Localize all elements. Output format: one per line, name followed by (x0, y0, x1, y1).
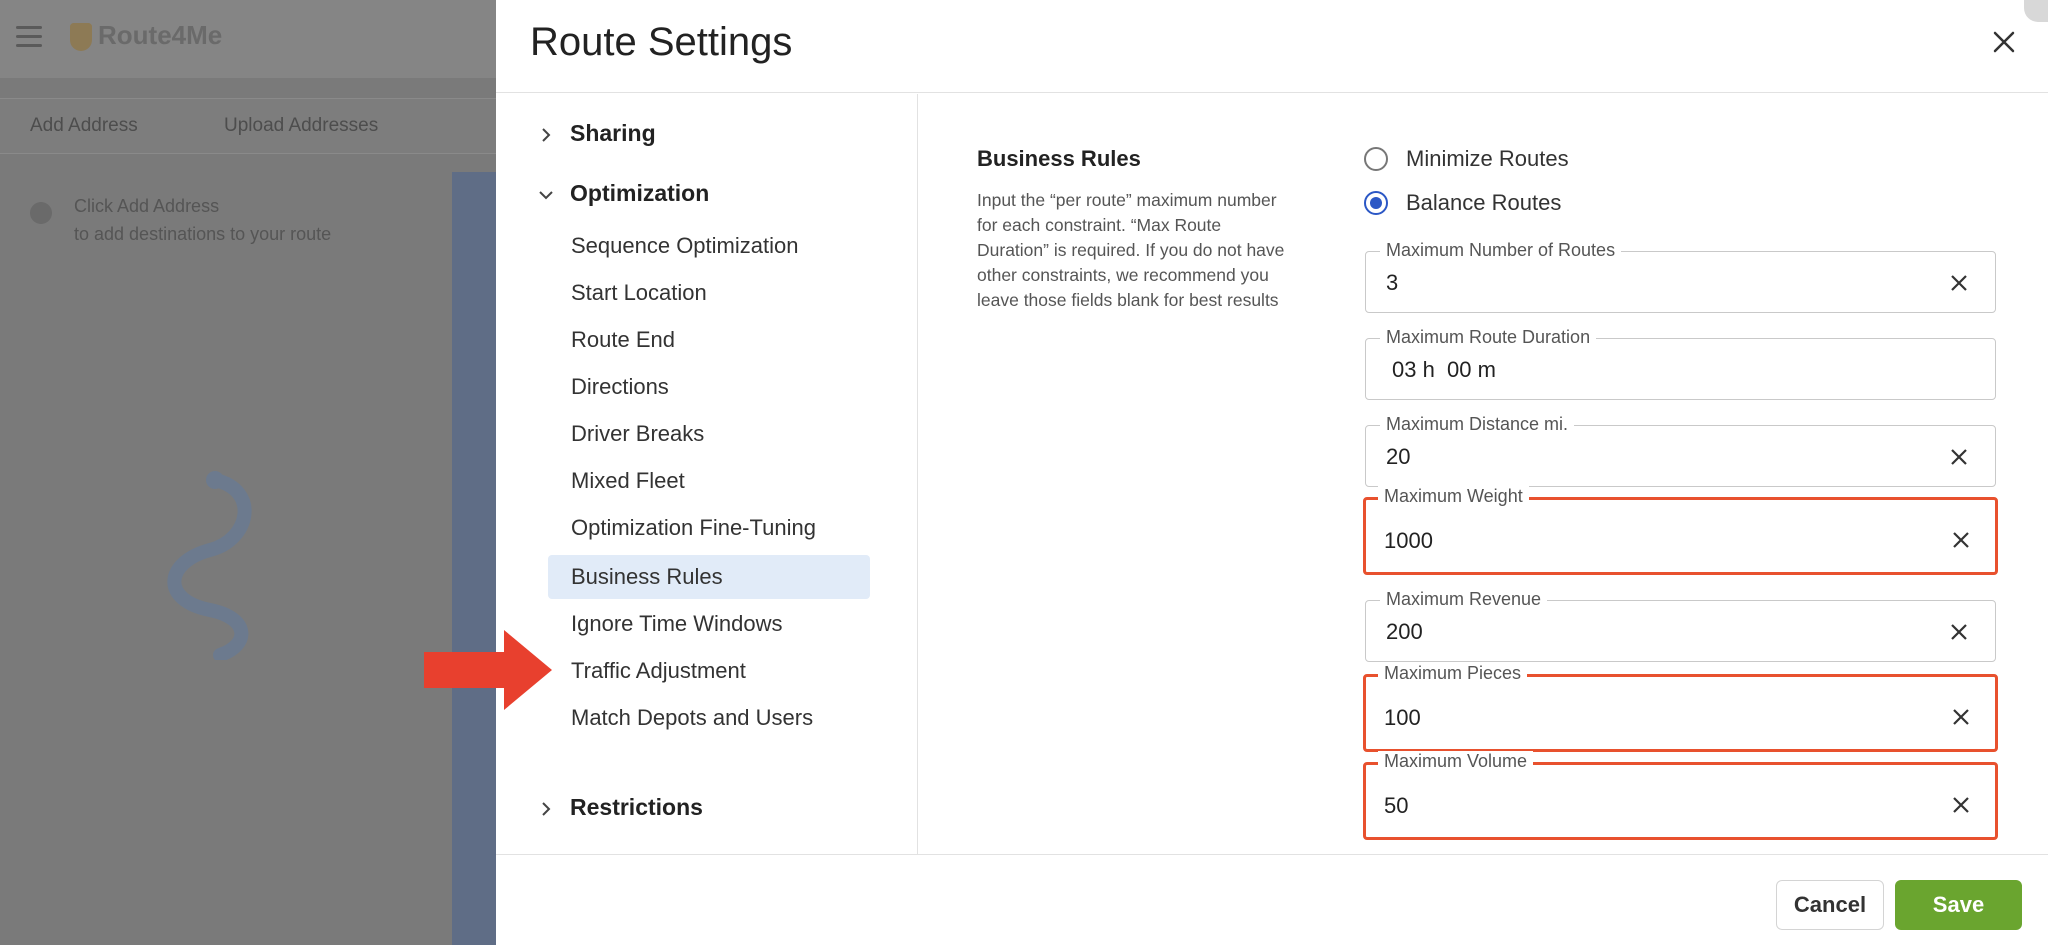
chevron-down-icon (539, 191, 553, 200)
logo-text: Route4Me (98, 20, 223, 50)
cancel-button[interactable]: Cancel (1776, 880, 1884, 930)
sidebar-section-sharing[interactable]: Sharing (536, 120, 656, 147)
field-label: Maximum Pieces (1378, 663, 1528, 684)
max-route-duration-field: Maximum Route Duration (1365, 327, 1996, 400)
field-label: Maximum Weight (1378, 486, 1529, 507)
upload-addresses-tool: Upload Addresses (224, 115, 379, 136)
max-pieces-field: Maximum Pieces (1363, 663, 1998, 752)
sidebar-item-match-depots-and-users[interactable]: Match Depots and Users (548, 696, 870, 740)
sidebar-item-start-location[interactable]: Start Location (548, 271, 870, 315)
max-revenue-input[interactable] (1386, 619, 1906, 645)
max-routes-input[interactable] (1386, 270, 1906, 296)
close-icon[interactable] (1986, 24, 2022, 60)
clear-icon[interactable] (1949, 273, 1969, 293)
sidebar-item-traffic-adjustment[interactable]: Traffic Adjustment (548, 649, 870, 693)
radio-button[interactable] (1364, 147, 1388, 171)
background-toolbar: Add Address Upload Addresses (0, 98, 496, 154)
field-label: Maximum Number of Routes (1380, 240, 1622, 261)
sidebar-item-route-end[interactable]: Route End (548, 318, 870, 362)
route-settings-modal: Route Settings Sharing Optimization Sequ… (424, 0, 2048, 945)
sidebar-item-ignore-time-windows[interactable]: Ignore Time Windows (548, 602, 870, 646)
max-routes-field: Maximum Number of Routes (1365, 240, 1996, 313)
minimize-routes-option[interactable]: Minimize Routes (1364, 146, 1569, 172)
background-topbar: Route4Me (0, 0, 496, 78)
max-weight-input[interactable] (1384, 528, 1904, 554)
save-button[interactable]: Save (1895, 880, 2022, 930)
chevron-right-icon (542, 128, 551, 142)
max-volume-field: Maximum Volume (1363, 751, 1998, 840)
sidebar-item-directions[interactable]: Directions (548, 365, 870, 409)
section-description: Input the “per route” maximum number for… (977, 190, 1285, 310)
max-distance-field: Maximum Distance mi. (1365, 414, 1996, 487)
max-pieces-input[interactable] (1384, 705, 1904, 731)
sidebar-item-sequence-optimization[interactable]: Sequence Optimization (548, 224, 870, 268)
radio-button-selected[interactable] (1364, 191, 1388, 215)
route-illustration-icon (167, 471, 252, 660)
field-label: Maximum Route Duration (1380, 327, 1597, 348)
field-label: Maximum Revenue (1380, 589, 1548, 610)
max-volume-input[interactable] (1384, 793, 1904, 819)
background-app: Route4Me Add Address Upload Addresses Cl… (0, 0, 512, 945)
clear-icon[interactable] (1951, 795, 1971, 815)
max-revenue-field: Maximum Revenue (1365, 589, 1996, 662)
sidebar-item-optimization-fine-tuning[interactable]: Optimization Fine-Tuning (548, 506, 870, 550)
sidebar-section-restrictions[interactable]: Restrictions (536, 794, 703, 821)
max-distance-input[interactable] (1386, 444, 1906, 470)
add-address-tool: Add Address (30, 115, 138, 136)
field-label: Maximum Distance mi. (1380, 414, 1575, 435)
chevron-right-icon (542, 802, 551, 816)
sidebar-item-driver-breaks[interactable]: Driver Breaks (548, 412, 870, 456)
business-rules-panel: Business Rules Input the “per route” max… (919, 94, 2048, 854)
option-label: Minimize Routes (1406, 146, 1569, 171)
clear-icon[interactable] (1949, 622, 1969, 642)
clear-icon[interactable] (1949, 447, 1969, 467)
sidebar-section-optimization[interactable]: Optimization (536, 180, 709, 207)
app-logo: Route4Me (70, 20, 223, 52)
sidebar-item-business-rules[interactable]: Business Rules (548, 555, 870, 599)
balance-routes-option[interactable]: Balance Routes (1364, 190, 1561, 216)
max-weight-field: Maximum Weight (1363, 486, 1998, 575)
modal-title: Route Settings (530, 20, 793, 64)
sidebar-section-label: Sharing (570, 120, 656, 146)
logo-mark-icon (70, 23, 92, 52)
pointer-arrow-icon (424, 630, 552, 710)
modal-header: Route Settings (496, 0, 2048, 93)
max-route-duration-input[interactable] (1392, 357, 1912, 383)
sidebar-section-label: Optimization (570, 180, 710, 206)
field-label: Maximum Volume (1378, 751, 1534, 772)
option-label: Balance Routes (1406, 190, 1562, 215)
clear-icon[interactable] (1951, 530, 1971, 550)
sidebar-item-mixed-fleet[interactable]: Mixed Fleet (548, 459, 870, 503)
settings-sidebar: Sharing Optimization Sequence Optimizati… (424, 94, 918, 854)
empty-route-hint-title: Click Add Address (74, 196, 220, 216)
add-icon (30, 202, 52, 224)
sidebar-section-label: Restrictions (570, 794, 703, 820)
section-title: Business Rules (977, 146, 1141, 171)
hamburger-menu-icon (16, 26, 42, 48)
empty-route-hint-text: to add destinations to your route (74, 224, 332, 244)
clear-icon[interactable] (1951, 707, 1971, 727)
modal-footer: Cancel Save (496, 854, 2048, 945)
